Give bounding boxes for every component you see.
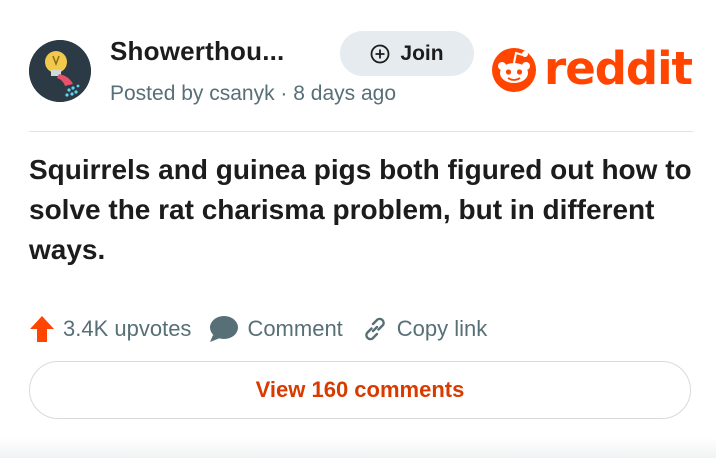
join-button[interactable]: Join [340,31,474,76]
snoo-icon [492,48,536,92]
join-label: Join [400,41,444,65]
upvote-arrow-icon [30,316,54,342]
view-comments-button[interactable]: View 160 comments [29,361,691,419]
post-title[interactable]: Squirrels and guinea pigs both figured o… [29,150,699,270]
reddit-logo[interactable]: reddit [488,41,693,95]
comment-button[interactable]: Comment [209,315,343,343]
reddit-wordmark: reddit [544,41,693,95]
post-card: Showerthou... Posted by csanyk · 8 days … [0,0,716,458]
upvote-button[interactable]: 3.4K upvotes [29,315,191,343]
comment-label: Comment [247,316,343,341]
bottom-fade [0,438,716,458]
copy-link-label: Copy link [396,316,488,341]
comment-bubble-icon [210,316,239,342]
header-divider [29,131,693,132]
plus-circle-icon [371,44,390,63]
post-meta: Posted by csanyk · 8 days ago [110,82,396,105]
community-name[interactable]: Showerthou... [110,36,284,67]
post-actions: 3.4K upvotes Comment Copy link [29,311,505,347]
link-icon [365,317,385,341]
copy-link-button[interactable]: Copy link [361,315,487,343]
upvote-count: 3.4K upvotes [63,316,192,341]
shower-lightbulb-icon [29,40,91,102]
community-avatar[interactable] [29,40,91,102]
